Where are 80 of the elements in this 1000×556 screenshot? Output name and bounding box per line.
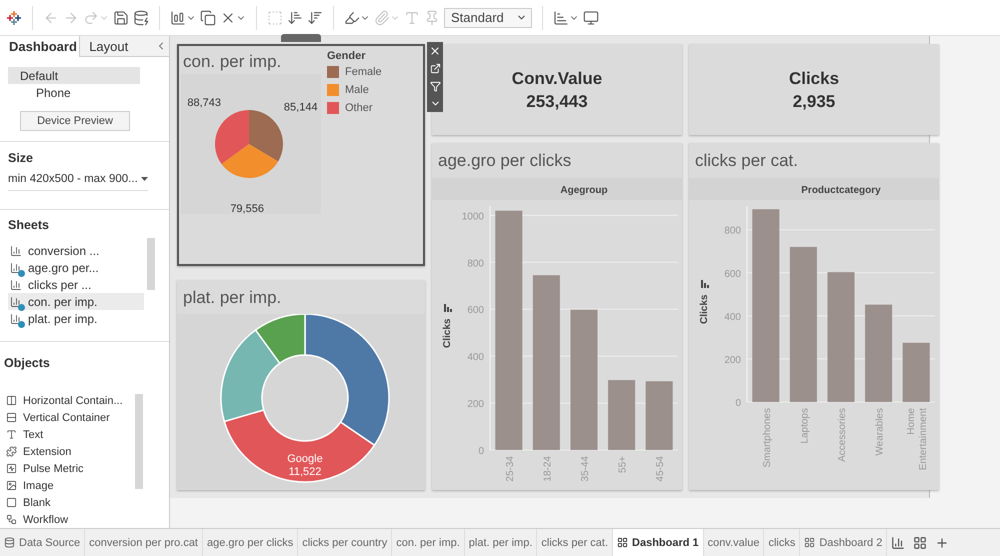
kpi-label: Clicks xyxy=(788,68,840,90)
sheet-title: plat. per imp. xyxy=(182,287,282,308)
sheet-tab[interactable]: clicks per country xyxy=(298,529,392,556)
y-tick-label: 1000 xyxy=(462,211,484,222)
object-item[interactable]: Image xyxy=(4,477,130,494)
legend-label: Other xyxy=(345,102,373,114)
section-heading: Size xyxy=(8,151,34,165)
object-item[interactable]: Horizontal Contain... xyxy=(4,392,130,409)
x-tick-label: Home Entertainment xyxy=(906,408,930,470)
sheet-item[interactable]: con. per imp. xyxy=(8,293,144,310)
object-item[interactable]: Text xyxy=(4,426,130,443)
slice-value: 11,522 xyxy=(288,466,322,478)
kpi-card[interactable]: Conv.Value 253,443 xyxy=(432,44,682,135)
axis-title: Clicks xyxy=(699,294,710,324)
kpi-value: 253,443 xyxy=(526,90,588,112)
sheet-tab[interactable]: Data Source xyxy=(0,529,86,556)
x-tick-label: 55+ xyxy=(618,456,629,473)
slice-value: 88,743 xyxy=(187,97,222,110)
slice-label: Google xyxy=(287,453,323,465)
x-tick-label: 25-34 xyxy=(504,456,516,482)
object-item[interactable]: Pulse Metric xyxy=(4,460,130,477)
chart-title: Agegroup xyxy=(560,185,608,196)
device-item[interactable]: Phone xyxy=(8,84,140,101)
x-tick-label: 35-44 xyxy=(580,456,591,482)
slice-value: 85,144 xyxy=(284,101,318,114)
x-tick-label: Accessories xyxy=(837,408,848,462)
sheet-tile[interactable]: clicks per cat. Productcategory 0 200 400 600 800 Clicks Smartphones Laptops Accessories Wearables Home Entertainment xyxy=(689,143,939,490)
sheet-tile[interactable]: con. per imp. 85,144 79,556 88,743 Gender Female Male Other xyxy=(177,44,425,266)
object-item[interactable]: Blank xyxy=(4,494,130,511)
sheet-tab[interactable]: conv.value xyxy=(704,529,764,556)
sheet-tab[interactable]: conversion per pro.cat xyxy=(85,529,203,556)
sheet-tab[interactable]: clicks xyxy=(764,529,800,556)
y-tick-label: 200 xyxy=(724,354,741,366)
sheet-tab[interactable]: con. per imp. xyxy=(392,529,465,556)
device-item[interactable]: Default xyxy=(8,67,140,84)
legend-label: Male xyxy=(345,84,369,96)
sheet-tab[interactable]: age.gro per clicks xyxy=(203,529,298,556)
sheet-tab[interactable]: Dashboard 2 xyxy=(800,529,888,556)
y-tick-label: 200 xyxy=(467,399,484,410)
kpi-card[interactable]: Clicks 2,935 xyxy=(689,44,939,135)
sheet-title: con. per imp. xyxy=(182,51,282,72)
sheet-tile[interactable]: age.gro per clicks Agegroup 0 200 400 600 800 1000 Clicks 25-34 18-24 35-44 55+ 45-54 xyxy=(432,143,682,490)
legend-title: Gender xyxy=(327,50,367,62)
device-preview-button[interactable]: Device Preview xyxy=(20,111,130,131)
sheet-item[interactable]: clicks per ... xyxy=(8,276,144,293)
sheet-title: age.gro per clicks xyxy=(437,150,572,172)
y-tick-label: 400 xyxy=(724,312,741,323)
y-tick-label: 0 xyxy=(478,446,484,457)
section-heading: Objects xyxy=(4,356,51,370)
chart-title: Productcategory xyxy=(801,185,881,196)
y-tick-label: 400 xyxy=(467,352,484,364)
x-tick-label: 45-54 xyxy=(655,456,666,482)
sheet-tile[interactable]: plat. per imp. Google 11,522 xyxy=(177,280,425,490)
y-tick-label: 600 xyxy=(467,305,484,316)
sheet-item[interactable]: age.gro per... xyxy=(8,259,144,276)
sheet-tab[interactable]: plat. per imp. xyxy=(464,529,538,556)
sheet-title: clicks per cat. xyxy=(694,150,799,172)
section-heading: Sheets xyxy=(8,218,50,232)
sheet-item[interactable]: conversion ... xyxy=(8,242,144,259)
y-tick-label: 0 xyxy=(735,398,741,409)
sheet-item[interactable]: plat. per imp. xyxy=(8,310,144,327)
x-tick-label: 18-24 xyxy=(542,456,554,482)
object-item[interactable]: Vertical Container xyxy=(4,409,130,426)
size-dropdown[interactable]: min 420x500 - max 900... xyxy=(8,173,148,191)
slice-value: 79,556 xyxy=(230,202,264,214)
axis-title: Clicks xyxy=(442,318,453,348)
x-tick-label: Wearables xyxy=(874,408,886,456)
x-tick-label: Smartphones xyxy=(762,408,773,468)
kpi-label: Conv.Value xyxy=(512,68,602,90)
x-tick-label: Laptops xyxy=(799,408,810,444)
y-tick-label: 800 xyxy=(467,258,484,270)
y-tick-label: 600 xyxy=(724,268,741,280)
legend-label: Female xyxy=(345,66,382,78)
sheet-tab[interactable]: Dashboard 1 xyxy=(613,529,704,556)
kpi-value: 2,935 xyxy=(792,90,836,112)
object-item[interactable]: Workflow xyxy=(4,511,130,528)
object-item[interactable]: Extension xyxy=(4,443,130,460)
panel-tab[interactable]: Layout xyxy=(79,36,153,57)
y-tick-label: 800 xyxy=(724,226,741,237)
view-size-dropdown[interactable]: Standard xyxy=(444,8,532,28)
